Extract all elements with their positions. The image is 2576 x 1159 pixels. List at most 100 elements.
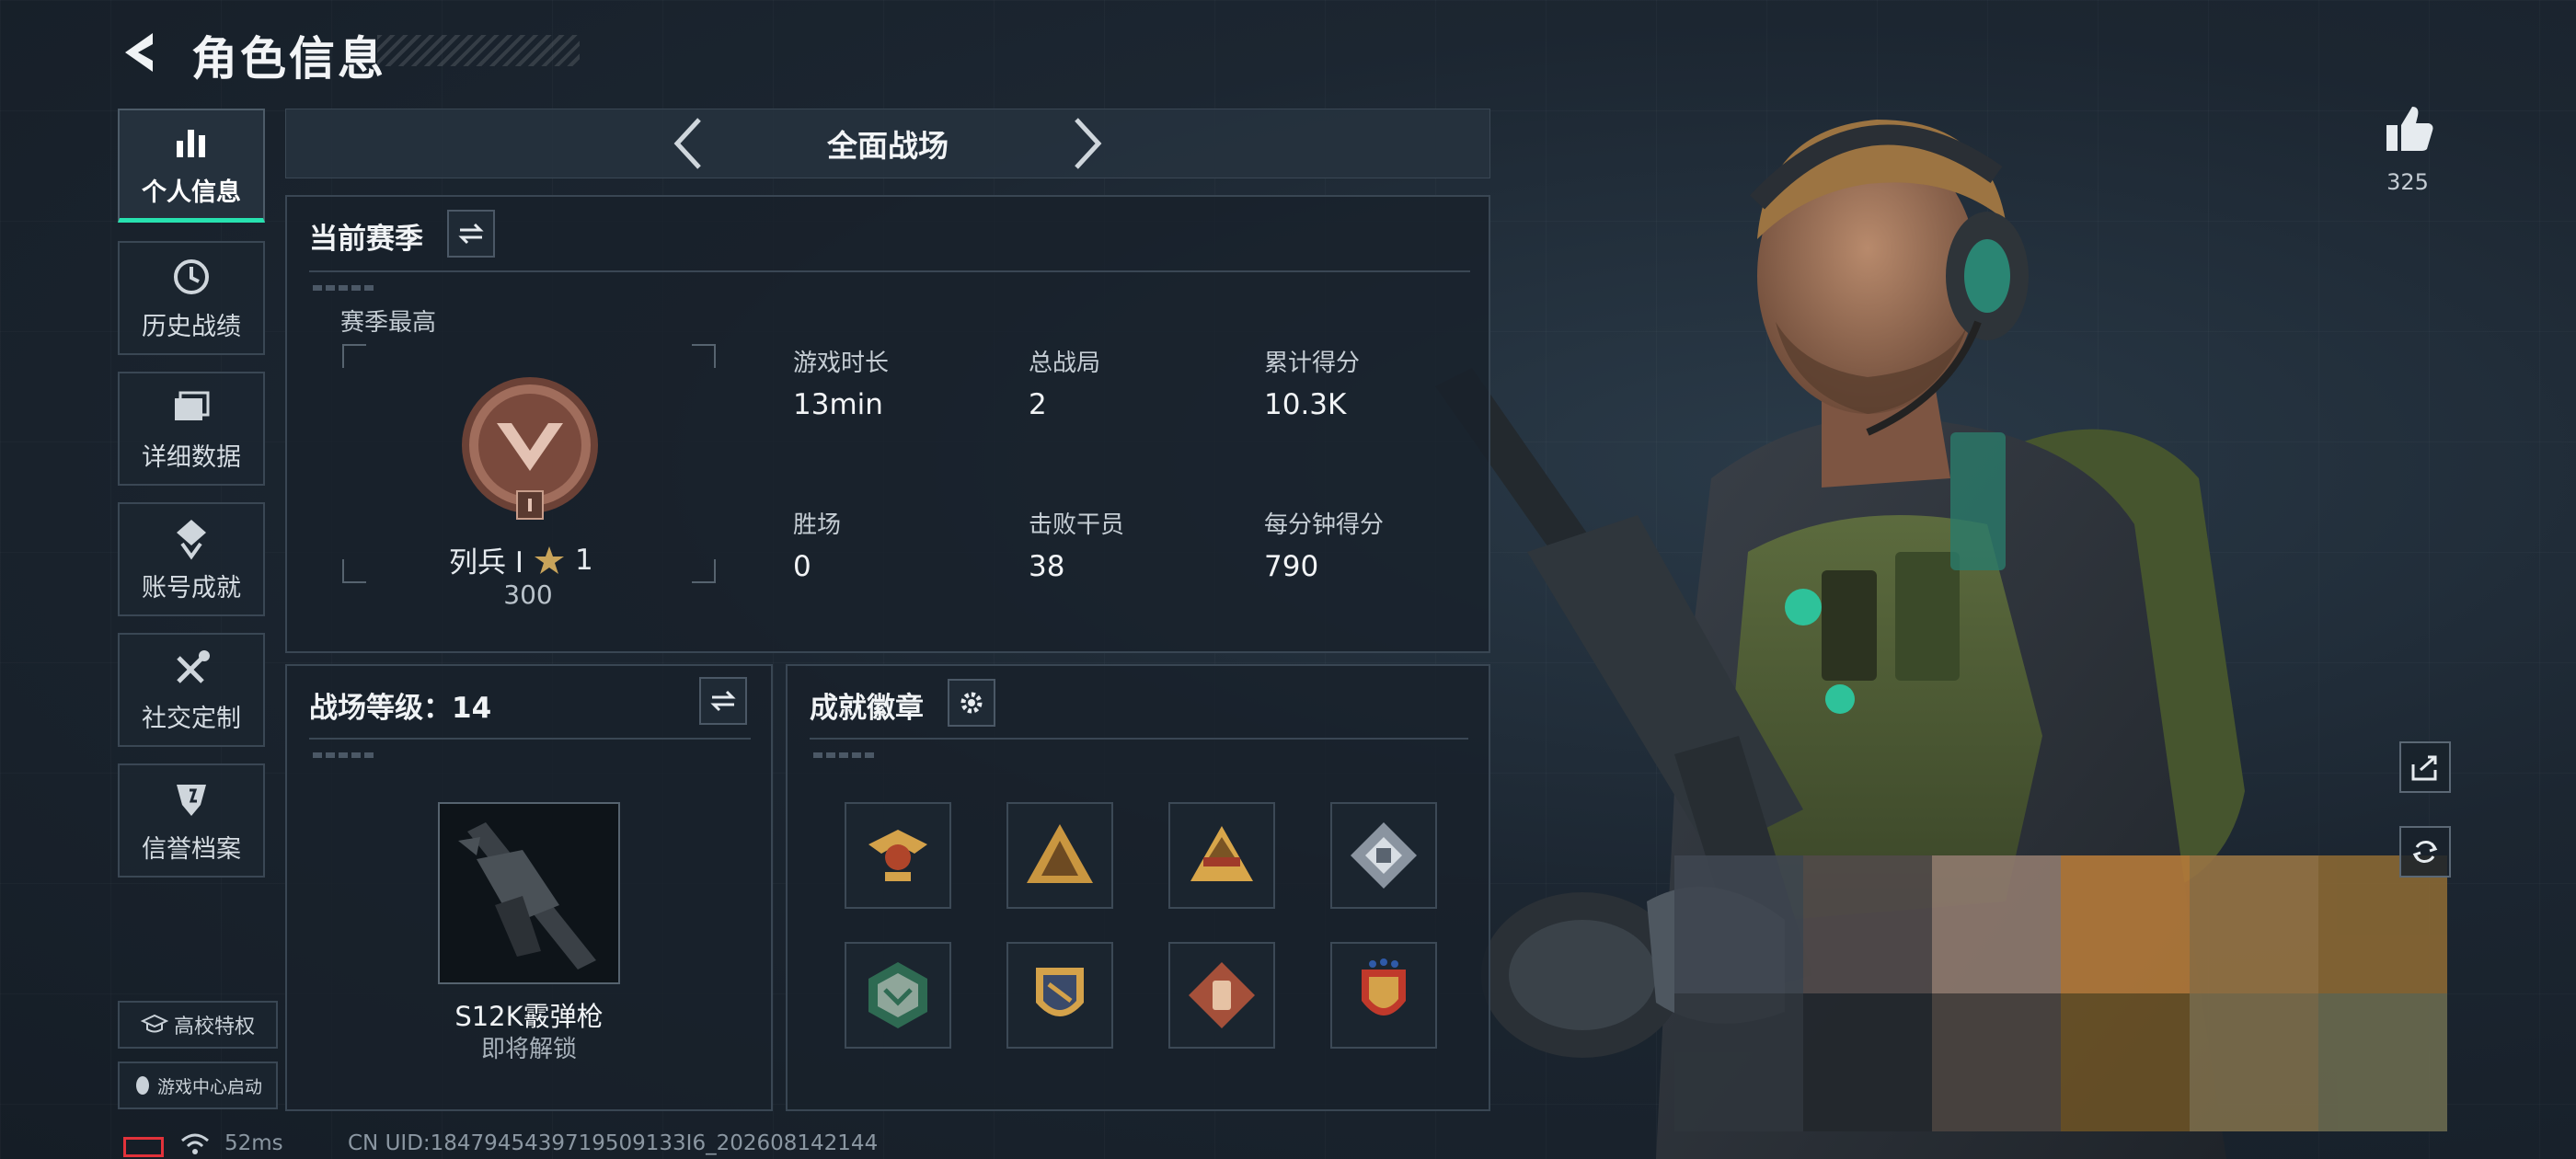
nav-item-label: 个人信息 <box>142 178 241 207</box>
tools-icon <box>177 649 210 683</box>
rank-stars: 1 <box>575 543 593 577</box>
achievement-badges-title: 成就徽章 <box>810 692 924 725</box>
weapon-card[interactable] <box>438 802 620 984</box>
qq-penguin-icon <box>135 1076 149 1095</box>
nav-item-label: 社交定制 <box>142 704 241 733</box>
badge-settings-button[interactable] <box>948 679 995 727</box>
badge-slot[interactable] <box>845 802 951 909</box>
ping-value: 52ms <box>224 1131 283 1155</box>
title-decoration <box>377 35 580 66</box>
season-switch-button[interactable] <box>447 210 495 258</box>
bar-chart-icon <box>177 130 205 157</box>
frame-corner <box>692 559 716 583</box>
folder-icon <box>175 391 210 420</box>
stat-value: 790 <box>1264 550 1319 583</box>
star-icon <box>535 545 564 574</box>
decoration-dashes <box>813 752 878 758</box>
campus-privilege-button[interactable]: 高校特权 <box>118 1001 278 1049</box>
battlefield-separator <box>309 738 751 740</box>
rank-info: 列兵 I 1 <box>449 539 593 580</box>
season-best-label: 赛季最高 <box>340 309 437 337</box>
decoration-dashes <box>313 752 377 758</box>
nav-item-social[interactable]: 社交定制 <box>118 633 265 747</box>
badge-slot[interactable] <box>1330 942 1437 1049</box>
triangle-badge-icon <box>1027 824 1093 883</box>
stat-label: 击败干员 <box>1029 511 1125 539</box>
mode-title: 全面战场 <box>827 128 949 164</box>
gear-icon <box>960 692 983 714</box>
stat-label: 胜场 <box>793 511 842 539</box>
nav-item-personal-info[interactable]: 个人信息 <box>118 109 265 223</box>
like-count: 325 <box>2386 169 2429 195</box>
season-separator <box>309 270 1470 272</box>
battlefield-switch-button[interactable] <box>699 677 747 725</box>
stat-label: 累计得分 <box>1264 350 1361 377</box>
nav-item-label: 信誉档案 <box>142 834 241 864</box>
nav-item-history[interactable]: 历史战绩 <box>118 241 265 355</box>
stat-value: 10.3K <box>1264 388 1347 421</box>
badge-slot[interactable] <box>1006 802 1113 909</box>
battery-icon <box>123 1137 164 1157</box>
hexagon-badge-icon <box>868 962 927 1028</box>
shield-star-badge-icon <box>1362 958 1406 1016</box>
chevron-right-icon <box>1075 118 1102 169</box>
badge-slot[interactable] <box>1168 942 1275 1049</box>
nav-item-label: 账号成就 <box>142 573 241 602</box>
player-uid: CN UID:1847945439719509133I6_20260814214… <box>348 1131 879 1155</box>
weapon-status: 即将解锁 <box>480 1036 577 1063</box>
share-button[interactable] <box>2399 741 2451 793</box>
mode-next-button[interactable] <box>1067 114 1108 173</box>
refresh-button[interactable] <box>2399 826 2451 878</box>
nav-item-achievements[interactable]: 账号成就 <box>118 502 265 616</box>
game-center-button[interactable]: 游戏中心启动 <box>118 1061 278 1109</box>
pyramid-badge-icon <box>1190 826 1253 881</box>
eagle-badge-icon <box>868 830 927 881</box>
crest-badge-icon <box>1036 968 1084 1016</box>
back-arrow-icon <box>125 33 153 72</box>
diamond-badge-icon <box>1189 962 1255 1028</box>
season-title: 当前赛季 <box>309 223 423 256</box>
history-clock-icon <box>174 258 209 294</box>
page-title: 角色信息 <box>191 32 386 86</box>
stat-label: 游戏时长 <box>793 350 890 377</box>
swap-icon <box>710 690 736 712</box>
badge-slot[interactable] <box>1006 942 1113 1049</box>
stat-label: 总战局 <box>1029 350 1101 377</box>
stat-value: 38 <box>1029 550 1065 583</box>
decoration-dashes <box>313 285 377 291</box>
stat-value: 2 <box>1029 388 1047 421</box>
nav-item-credit[interactable]: 信誉档案 <box>118 763 265 878</box>
frame-corner <box>342 559 366 583</box>
wifi-icon <box>181 1133 209 1154</box>
weapon-name: S12K霰弹枪 <box>454 1001 604 1032</box>
cube-badge-icon <box>1351 822 1417 889</box>
rank-medal-icon <box>462 377 598 520</box>
shield-icon <box>177 784 206 816</box>
badge-slot[interactable] <box>845 942 951 1049</box>
campus-privilege-label: 高校特权 <box>173 1016 255 1039</box>
stat-value: 13min <box>793 388 883 421</box>
badge-slot[interactable] <box>1330 802 1437 909</box>
thumbs-up-icon <box>2386 107 2433 151</box>
nav-item-label: 历史战绩 <box>142 312 241 341</box>
badge-slot[interactable] <box>1168 802 1275 909</box>
back-button[interactable] <box>118 28 167 77</box>
nav-item-details[interactable]: 详细数据 <box>118 372 265 486</box>
rank-name: 列兵 I <box>449 546 523 580</box>
mosaic-overlay <box>1674 855 2447 1131</box>
refresh-icon <box>2412 841 2438 863</box>
graduation-cap-icon <box>140 1014 168 1033</box>
like-button[interactable] <box>2381 101 2436 156</box>
mode-prev-button[interactable] <box>668 114 708 173</box>
shotgun-icon <box>458 822 596 970</box>
battlefield-level-title: 战场等级：14 <box>309 692 492 725</box>
achievement-icon <box>177 519 206 559</box>
chevron-left-icon <box>673 118 701 169</box>
rank-points: 300 <box>503 580 553 610</box>
stat-label: 每分钟得分 <box>1264 511 1385 539</box>
game-center-label: 游戏中心启动 <box>156 1076 262 1097</box>
badges-separator <box>810 738 1468 740</box>
swap-icon <box>458 223 484 245</box>
share-icon <box>2411 755 2437 781</box>
nav-item-label: 详细数据 <box>142 442 241 472</box>
